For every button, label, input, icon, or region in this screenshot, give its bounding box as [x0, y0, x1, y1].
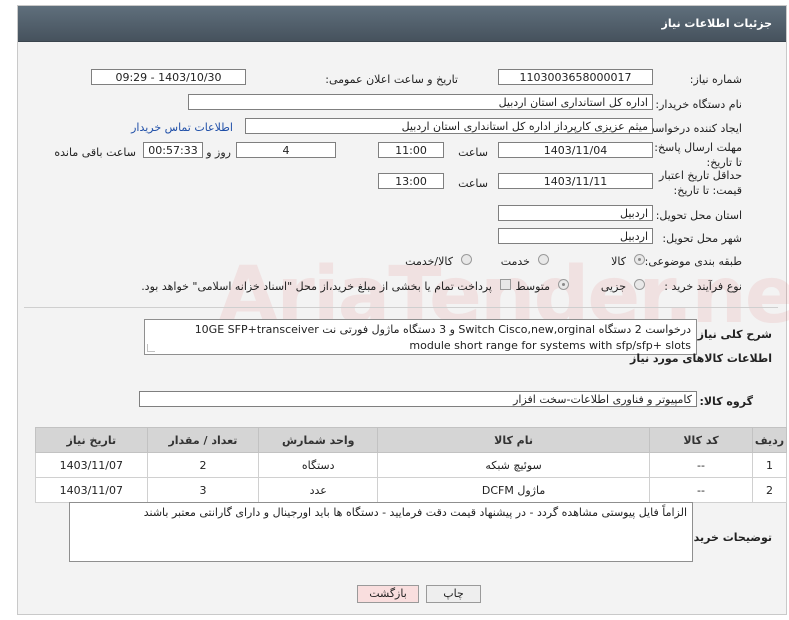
category-option-goods: کالا — [611, 255, 626, 268]
process-label: نوع فرآیند خرید : — [664, 280, 742, 293]
resize-handle[interactable] — [147, 344, 155, 352]
send-time-label: ساعت — [458, 146, 488, 159]
category-option-both: کالا/خدمت — [405, 255, 453, 268]
divider — [24, 307, 778, 308]
process-radio-minor[interactable] — [634, 279, 645, 290]
cell-date: 1403/11/07 — [35, 452, 148, 478]
cell-qty: 3 — [146, 477, 260, 503]
print-button[interactable]: چاپ — [426, 585, 481, 603]
table-header-row: ردیف کد کالا نام کالا واحد شمارش تعداد /… — [35, 427, 787, 453]
category-radio-both[interactable] — [461, 254, 472, 265]
city-label: شهر محل تحویل: — [662, 232, 742, 245]
col-row: ردیف — [752, 427, 787, 453]
col-unit: واحد شمارش — [258, 427, 379, 453]
send-deadline-label: مهلت ارسال پاسخ: تا تاریخ: — [654, 141, 742, 169]
category-option-service: خدمت — [500, 255, 530, 268]
description-label: شرح کلی نیاز: — [693, 328, 772, 341]
cell-qty: 2 — [146, 452, 260, 478]
goods-group-field[interactable]: کامپیوتر و فناوری اطلاعات-سخت افزار — [139, 391, 697, 407]
cell-unit: دستگاه — [258, 452, 379, 478]
need-number-field[interactable]: 1103003658000017 — [498, 69, 653, 85]
days-label: روز و — [206, 146, 231, 159]
description-textarea[interactable]: درخواست 2 دستگاه Switch Cisco,new,orgina… — [144, 319, 697, 355]
validity-time-label: ساعت — [458, 177, 488, 190]
creator-field[interactable]: میثم عزیزی کارپرداز اداره کل استانداری ا… — [245, 118, 653, 134]
remaining-label: ساعت باقی مانده — [54, 146, 136, 159]
cell-name: ماژول DCFM — [377, 477, 650, 503]
days-field[interactable]: 4 — [236, 142, 336, 158]
cell-row: 1 — [752, 452, 787, 478]
col-name: نام کالا — [377, 427, 650, 453]
category-radio-service[interactable] — [538, 254, 549, 265]
col-qty: تعداد / مقدار — [146, 427, 260, 453]
cell-row: 2 — [752, 477, 787, 503]
buyer-notes-label: توضیحات خریدار: — [679, 531, 772, 544]
contact-info-link[interactable]: اطلاعات تماس خریدار — [131, 121, 233, 134]
buyer-org-label: نام دستگاه خریدار: — [655, 98, 742, 111]
goods-group-label: گروه کالا: — [699, 395, 753, 408]
back-button[interactable]: بازگشت — [357, 585, 419, 603]
category-label: طبقه بندی موضوعی: — [644, 255, 742, 268]
payment-note: پرداخت تمام یا بخشی از مبلغ خرید،از محل … — [141, 280, 492, 293]
cell-code: -- — [648, 452, 754, 478]
remaining-time-field[interactable]: 00:57:33 — [143, 142, 203, 158]
announce-field[interactable]: 1403/10/30 - 09:29 — [91, 69, 246, 85]
buyer-org-field[interactable]: اداره کل استانداری استان اردبیل — [188, 94, 653, 110]
process-option-medium: متوسط — [515, 280, 550, 293]
page-title: جزئیات اطلاعات نیاز — [661, 17, 773, 30]
province-field[interactable]: اردبیل — [498, 205, 653, 221]
goods-section-title: اطلاعات کالاهای مورد نیاز — [630, 352, 772, 365]
table-row[interactable]: 2 -- ماژول DCFM عدد 3 1403/11/07 — [35, 477, 787, 503]
description-text: درخواست 2 دستگاه Switch Cisco,new,orgina… — [194, 323, 691, 352]
city-field[interactable]: اردبیل — [498, 228, 653, 244]
creator-label: ایجاد کننده درخواست: — [640, 122, 742, 135]
process-radio-medium[interactable] — [558, 279, 569, 290]
buyer-notes-textarea[interactable]: الزاماً فایل پیوستی مشاهده گردد - در پیش… — [69, 502, 693, 562]
col-code: کد کالا — [648, 427, 754, 453]
buyer-notes-text: الزاماً فایل پیوستی مشاهده گردد - در پیش… — [143, 506, 687, 519]
details-panel: جزئیات اطلاعات نیاز AriaTender.neT شماره… — [17, 5, 789, 615]
cell-name: سوئیچ شبکه — [377, 452, 650, 478]
col-date: تاریخ نیاز — [35, 427, 148, 453]
cell-date: 1403/11/07 — [35, 477, 148, 503]
goods-table: ردیف کد کالا نام کالا واحد شمارش تعداد /… — [35, 427, 787, 503]
min-validity-time[interactable]: 13:00 — [378, 173, 444, 189]
panel-header: جزئیات اطلاعات نیاز — [18, 6, 786, 42]
process-option-minor: جزیی — [600, 280, 626, 293]
province-label: استان محل تحویل: — [655, 209, 742, 222]
cell-code: -- — [648, 477, 754, 503]
category-radio-goods[interactable] — [634, 254, 645, 265]
cell-unit: عدد — [258, 477, 379, 503]
min-validity-date[interactable]: 1403/11/11 — [498, 173, 653, 189]
announce-label: تاریخ و ساعت اعلان عمومی: — [325, 73, 458, 86]
send-deadline-time[interactable]: 11:00 — [378, 142, 444, 158]
payment-checkbox[interactable] — [500, 279, 511, 290]
send-deadline-date[interactable]: 1403/11/04 — [498, 142, 653, 158]
need-number-label: شماره نیاز: — [689, 73, 742, 86]
table-row[interactable]: 1 -- سوئیچ شبکه دستگاه 2 1403/11/07 — [35, 452, 787, 478]
